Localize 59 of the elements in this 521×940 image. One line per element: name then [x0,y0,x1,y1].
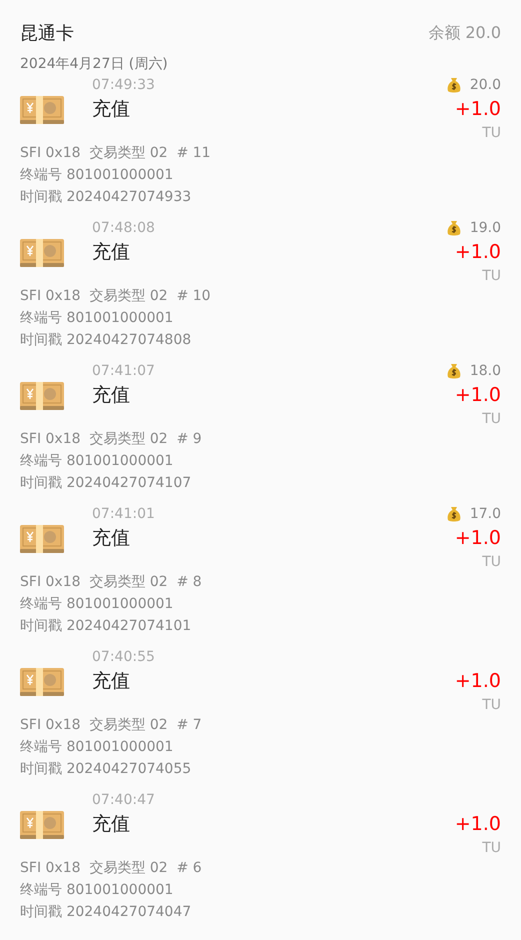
record-detail: 终端号 801001000001 [20,595,174,614]
record-balance: 18.0 [470,363,501,379]
record-balance: 17.0 [470,506,501,522]
card-title: 昆通卡 [20,22,74,45]
record-detail: 时间戳 20240427074047 [20,903,192,922]
record-amount: +1.0 [454,812,501,837]
banknote-icon [20,668,64,696]
record-balance: 19.0 [470,220,501,236]
record-detail: SFI 0x18 交易类型 02 # 6 [20,859,203,878]
record-title: 充值 [92,240,131,265]
record-amount: +1.0 [454,526,501,551]
record-amount: +1.0 [454,669,501,694]
unit-label: TU [482,124,501,142]
money-bag-icon [446,363,462,379]
unit-label: TU [482,267,501,285]
banknote-icon [20,239,64,267]
banknote-icon [20,382,64,410]
record-amount: +1.0 [454,97,501,122]
record-amount: +1.0 [454,240,501,265]
record-title: 充值 [92,812,131,837]
money-bag-icon [446,506,462,522]
record-title: 充值 [92,669,131,694]
date-heading: 2024年4月27日 (周六) [20,55,169,74]
banknote-icon [20,811,64,839]
record-detail: SFI 0x18 交易类型 02 # 8 [20,573,203,592]
record-detail: SFI 0x18 交易类型 02 # 9 [20,430,203,449]
record-time: 07:40:47 [92,791,156,809]
record-title: 充值 [92,526,131,551]
unit-label: TU [482,839,501,857]
record-detail: 终端号 801001000001 [20,738,174,757]
record-detail: 时间戳 20240427074101 [20,617,192,636]
record-time: 07:41:07 [92,362,156,380]
record-detail: 时间戳 20240427074107 [20,474,192,493]
unit-label: TU [482,410,501,428]
record-time: 07:49:33 [92,76,156,94]
record-time: 07:48:08 [92,219,156,237]
record-detail: 终端号 801001000001 [20,881,174,900]
banknote-icon [20,525,64,553]
record-detail: SFI 0x18 交易类型 02 # 7 [20,716,203,735]
record-title: 充值 [92,97,131,122]
record-title: 充值 [92,383,131,408]
record-detail: 终端号 801001000001 [20,309,174,328]
record-detail: SFI 0x18 交易类型 02 # 11 [20,144,212,163]
record-detail: 时间戳 20240427074933 [20,188,192,207]
record-detail: SFI 0x18 交易类型 02 # 10 [20,287,212,306]
record-time: 07:41:01 [92,505,156,523]
record-detail: 时间戳 20240427074055 [20,760,192,779]
record-detail: 终端号 801001000001 [20,452,174,471]
banknote-icon [20,96,64,124]
record-time: 07:40:55 [92,648,156,666]
unit-label: TU [482,553,501,571]
record-amount: +1.0 [454,383,501,408]
record-balance: 20.0 [470,77,501,93]
money-bag-icon [446,220,462,236]
record-detail: 时间戳 20240427074808 [20,331,192,350]
balance-text: 余额 20.0 [428,22,501,44]
unit-label: TU [482,696,501,714]
money-bag-icon [446,77,462,93]
record-detail: 终端号 801001000001 [20,166,174,185]
